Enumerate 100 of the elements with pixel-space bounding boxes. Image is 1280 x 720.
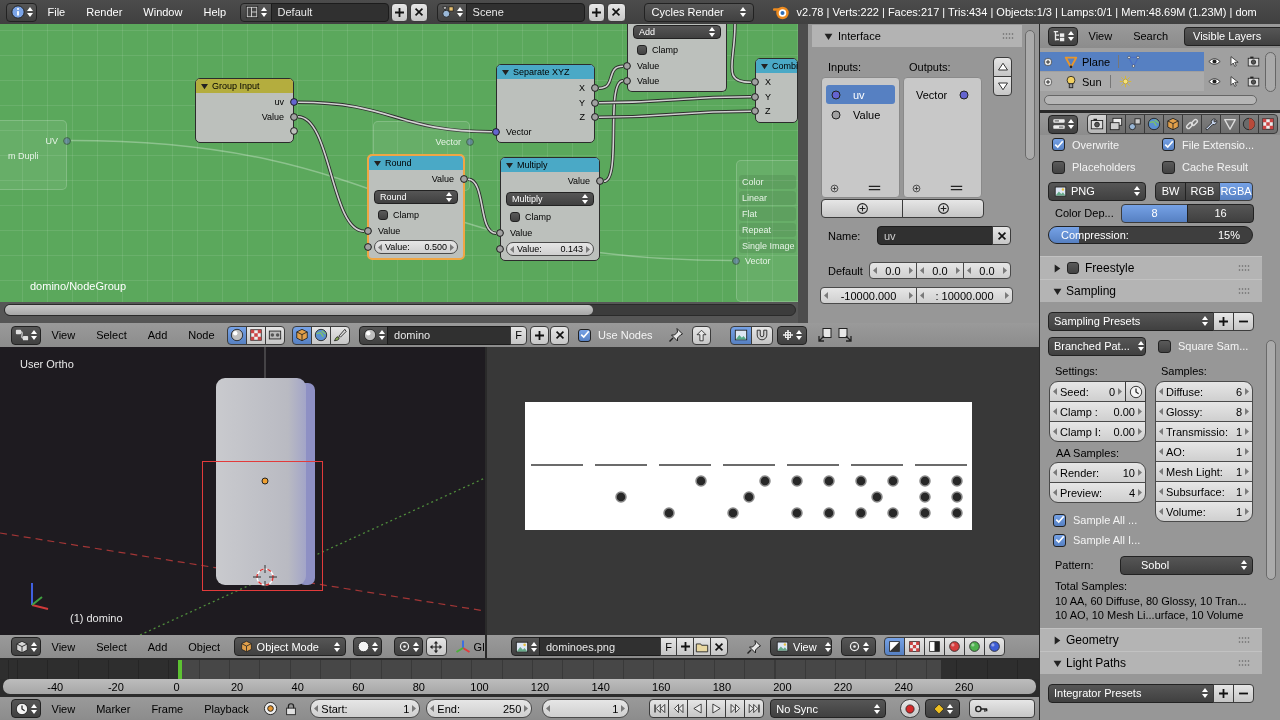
editor-type-button[interactable]: [11, 699, 41, 718]
keyframe-type-dropdown[interactable]: [925, 699, 961, 718]
presets-dropdown[interactable]: Sampling Presets: [1048, 311, 1214, 331]
expand-icon[interactable]: [1043, 56, 1053, 67]
integrator-dropdown[interactable]: Branched Pat...: [1048, 336, 1146, 356]
move-up-button[interactable]: [993, 57, 1012, 77]
manipulator-button[interactable]: [425, 637, 447, 656]
frame-ruler[interactable]: -40 -20 0 20 40 60 80 100 120 140 160 180 200 220 240 260: [3, 679, 1036, 694]
layout-browse-button[interactable]: [239, 2, 272, 22]
3d-viewport[interactable]: User Ortho (1) domino: [0, 347, 485, 635]
add-socket-button[interactable]: [821, 199, 903, 218]
scene-field[interactable]: Scene: [465, 2, 585, 22]
editor-type-button[interactable]: [1048, 114, 1078, 134]
panel-header[interactable]: Light Paths: [1040, 651, 1262, 674]
number-field[interactable]: 0.0: [963, 262, 1011, 279]
filter-dropdown[interactable]: Visible Layers: [1184, 26, 1280, 46]
cursor-arrow-icon[interactable]: [1228, 75, 1240, 88]
toggle-button[interactable]: [750, 325, 773, 345]
jump-start-button[interactable]: [649, 699, 670, 718]
number-field[interactable]: Render: 10: [1049, 462, 1146, 483]
outputs-list[interactable]: Vector: [903, 77, 982, 198]
3d-cursor-icon[interactable]: [252, 564, 278, 590]
end-frame-field[interactable]: End: 250: [426, 699, 533, 718]
pin-icon[interactable]: [667, 327, 684, 343]
image-editor-canvas[interactable]: [487, 347, 1039, 635]
delete-button[interactable]: [606, 2, 626, 22]
clear-button[interactable]: [992, 226, 1011, 245]
tree-type-button[interactable]: [227, 325, 248, 345]
add-socket-button[interactable]: [902, 199, 984, 218]
node-header[interactable]: Separate XYZ: [497, 65, 594, 79]
outliner-row[interactable]: Plane: [1040, 52, 1204, 71]
number-field[interactable]: Subsurface: 1: [1155, 481, 1253, 502]
editor-type-button[interactable]: [6, 2, 37, 22]
checkbox[interactable]: [1162, 138, 1175, 151]
play-reverse-button[interactable]: [687, 699, 708, 718]
menu-item[interactable]: View: [1078, 28, 1123, 44]
add-preset-button[interactable]: [1213, 683, 1234, 703]
shader-type-button[interactable]: [330, 325, 351, 345]
scene-browse-button[interactable]: [436, 2, 467, 22]
operation-dropdown[interactable]: Add: [633, 25, 721, 39]
menu-item[interactable]: Frame: [140, 700, 194, 717]
horizontal-scrollbar[interactable]: [4, 304, 796, 316]
add-button[interactable]: [587, 2, 605, 22]
material-name-field[interactable]: domino: [387, 325, 512, 345]
checkbox[interactable]: [1052, 138, 1065, 151]
panel-header[interactable]: Interface: [812, 25, 1022, 47]
socket-icon[interactable]: [460, 175, 468, 184]
menu-item[interactable]: View: [41, 700, 86, 717]
new-material-button[interactable]: [530, 325, 550, 345]
unlink-button[interactable]: [550, 325, 570, 345]
current-frame-field[interactable]: 1: [542, 699, 630, 718]
number-field[interactable]: : 10000.000: [916, 287, 1013, 304]
number-field[interactable]: Transmissio: 1: [1155, 421, 1253, 442]
checkbox[interactable]: [1162, 160, 1175, 174]
triangle-down-icon[interactable]: [1053, 658, 1062, 668]
menu-item[interactable]: Help: [192, 4, 237, 20]
number-field[interactable]: AO: 1: [1155, 441, 1253, 462]
delete-button[interactable]: [409, 2, 428, 22]
play-button[interactable]: [706, 699, 727, 718]
node-header[interactable]: Round: [369, 156, 463, 170]
pattern-dropdown[interactable]: Sobol: [1120, 555, 1253, 575]
open-image-button[interactable]: [693, 637, 711, 656]
eye-icon[interactable]: [1208, 55, 1221, 68]
checkbox[interactable]: [1067, 262, 1079, 274]
properties-tab[interactable]: [1163, 114, 1183, 134]
properties-tab[interactable]: [1258, 114, 1278, 134]
number-field[interactable]: Seed: 0: [1049, 381, 1126, 402]
toggle-button[interactable]: [729, 325, 752, 345]
properties-tab[interactable]: [1125, 114, 1145, 134]
checkbox[interactable]: [1158, 339, 1171, 353]
number-field[interactable]: Volume: 1: [1155, 501, 1253, 522]
inputs-list[interactable]: uv Value: [821, 77, 900, 198]
number-field[interactable]: 0.0: [916, 262, 964, 279]
operation-dropdown[interactable]: Multiply: [506, 192, 594, 206]
record-button[interactable]: [900, 699, 921, 718]
outliner-row[interactable]: Sun: [1040, 72, 1204, 91]
fake-user-button[interactable]: F: [510, 325, 528, 345]
jump-end-button[interactable]: [744, 699, 765, 718]
image-browse-button[interactable]: [511, 637, 540, 656]
number-field[interactable]: Diffuse: 6: [1155, 381, 1253, 402]
number-field[interactable]: -10000.000: [820, 287, 917, 304]
triangle-down-icon[interactable]: [824, 31, 833, 41]
triangle-right-icon[interactable]: [1053, 263, 1062, 273]
menu-item[interactable]: Object: [177, 638, 231, 655]
menu-item[interactable]: Select: [85, 327, 138, 343]
mode-dropdown[interactable]: Object Mode: [233, 637, 346, 656]
checkbox[interactable]: [1053, 513, 1066, 527]
checkbox[interactable]: [1053, 533, 1066, 547]
operation-dropdown[interactable]: Round: [374, 190, 458, 204]
eye-icon[interactable]: [1208, 75, 1221, 88]
screen-layout-field[interactable]: Default: [270, 2, 389, 22]
pivot-dropdown[interactable]: [841, 637, 876, 656]
checkbox[interactable]: [378, 209, 388, 220]
properties-tab[interactable]: [1201, 114, 1221, 134]
menu-item[interactable]: Node: [177, 327, 226, 343]
checkbox[interactable]: [1052, 160, 1065, 174]
next-keyframe-button[interactable]: [725, 699, 746, 718]
vertical-scrollbar[interactable]: [1025, 30, 1035, 160]
menu-item[interactable]: Marker: [85, 700, 141, 717]
pivot-dropdown[interactable]: [393, 637, 423, 656]
